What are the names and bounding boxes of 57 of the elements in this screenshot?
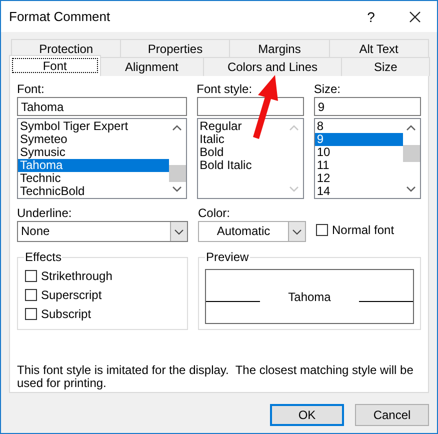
list-item[interactable]: Bold Italic <box>198 159 286 172</box>
dialog-button[interactable]: OK <box>270 404 344 426</box>
list-item[interactable]: Symbol Tiger Expert <box>18 120 169 133</box>
list-item[interactable]: 12 <box>314 172 403 185</box>
checkbox[interactable]: Subscript <box>25 304 180 323</box>
list-item[interactable]: 10 <box>314 146 403 159</box>
input-field[interactable]: Tahoma <box>17 97 187 116</box>
tab[interactable]: Font <box>9 55 101 76</box>
list-item[interactable]: 14 <box>314 185 403 198</box>
scrollbar-thumb[interactable] <box>402 145 420 162</box>
field-label: Size: <box>314 82 342 97</box>
window-title: Format Comment <box>9 9 112 24</box>
tab[interactable]: Size <box>341 57 430 76</box>
list-item[interactable]: 11 <box>314 159 403 172</box>
dropdown[interactable]: Automatic <box>198 221 306 242</box>
scrollbar-thumb[interactable] <box>168 165 186 182</box>
dialog-button[interactable]: Cancel <box>355 404 429 426</box>
list-item[interactable]: Regular <box>198 120 286 133</box>
list-item[interactable]: Tahoma <box>18 159 169 172</box>
chevron-down-icon <box>292 228 302 234</box>
tab[interactable]: Alignment <box>100 57 204 76</box>
checkbox-box[interactable] <box>25 308 37 320</box>
tab[interactable]: Margins <box>229 39 330 58</box>
checkbox-box[interactable] <box>25 288 37 300</box>
close-icon <box>409 10 421 22</box>
tab[interactable]: Alt Text <box>328 39 429 58</box>
field-label: Underline: <box>17 206 73 221</box>
group-title: Preview <box>205 250 250 264</box>
list-item[interactable]: 8 <box>314 120 403 133</box>
list-item[interactable]: 9 <box>314 133 403 146</box>
info-text: This font style is imitated for the display. The closest matching style will be used for printing. <box>17 364 414 390</box>
list-box[interactable]: 8 9 10 11 12 14 <box>314 118 421 199</box>
checkbox[interactable]: Superscript <box>25 285 180 304</box>
tab[interactable]: Colors and Lines <box>202 57 342 76</box>
preview-text: Tahoma <box>287 290 332 304</box>
group-title: Effects <box>24 250 62 264</box>
field-label: Font style: <box>196 82 254 97</box>
field-label: Color: <box>198 206 232 221</box>
help-button[interactable]: ? <box>349 2 393 32</box>
checkbox-box[interactable] <box>25 270 37 282</box>
list-item[interactable]: Technic <box>18 172 169 185</box>
tab[interactable]: Properties <box>120 39 230 58</box>
list-item[interactable]: TechnicBold <box>18 185 169 198</box>
list-item[interactable]: Symeteo <box>18 133 169 146</box>
input-field[interactable] <box>196 97 304 116</box>
list-item[interactable]: Italic <box>198 133 286 146</box>
checkbox[interactable]: Strikethrough <box>25 266 180 285</box>
field-label: Font: <box>17 82 46 97</box>
chevron-down-icon <box>174 228 184 234</box>
list-item[interactable]: Bold <box>198 146 286 159</box>
checkbox[interactable]: Normal font <box>316 220 394 239</box>
dropdown[interactable]: None <box>17 221 188 242</box>
list-item[interactable]: Symusic <box>18 146 169 159</box>
input-field[interactable]: 9 <box>314 97 421 116</box>
list-box[interactable]: Regular Italic Bold Bold Italic <box>196 118 304 199</box>
list-box[interactable]: Symbol Tiger Expert Symeteo Symusic Tahoma Technic TechnicBold <box>17 118 187 199</box>
checkbox-box[interactable] <box>316 224 328 236</box>
